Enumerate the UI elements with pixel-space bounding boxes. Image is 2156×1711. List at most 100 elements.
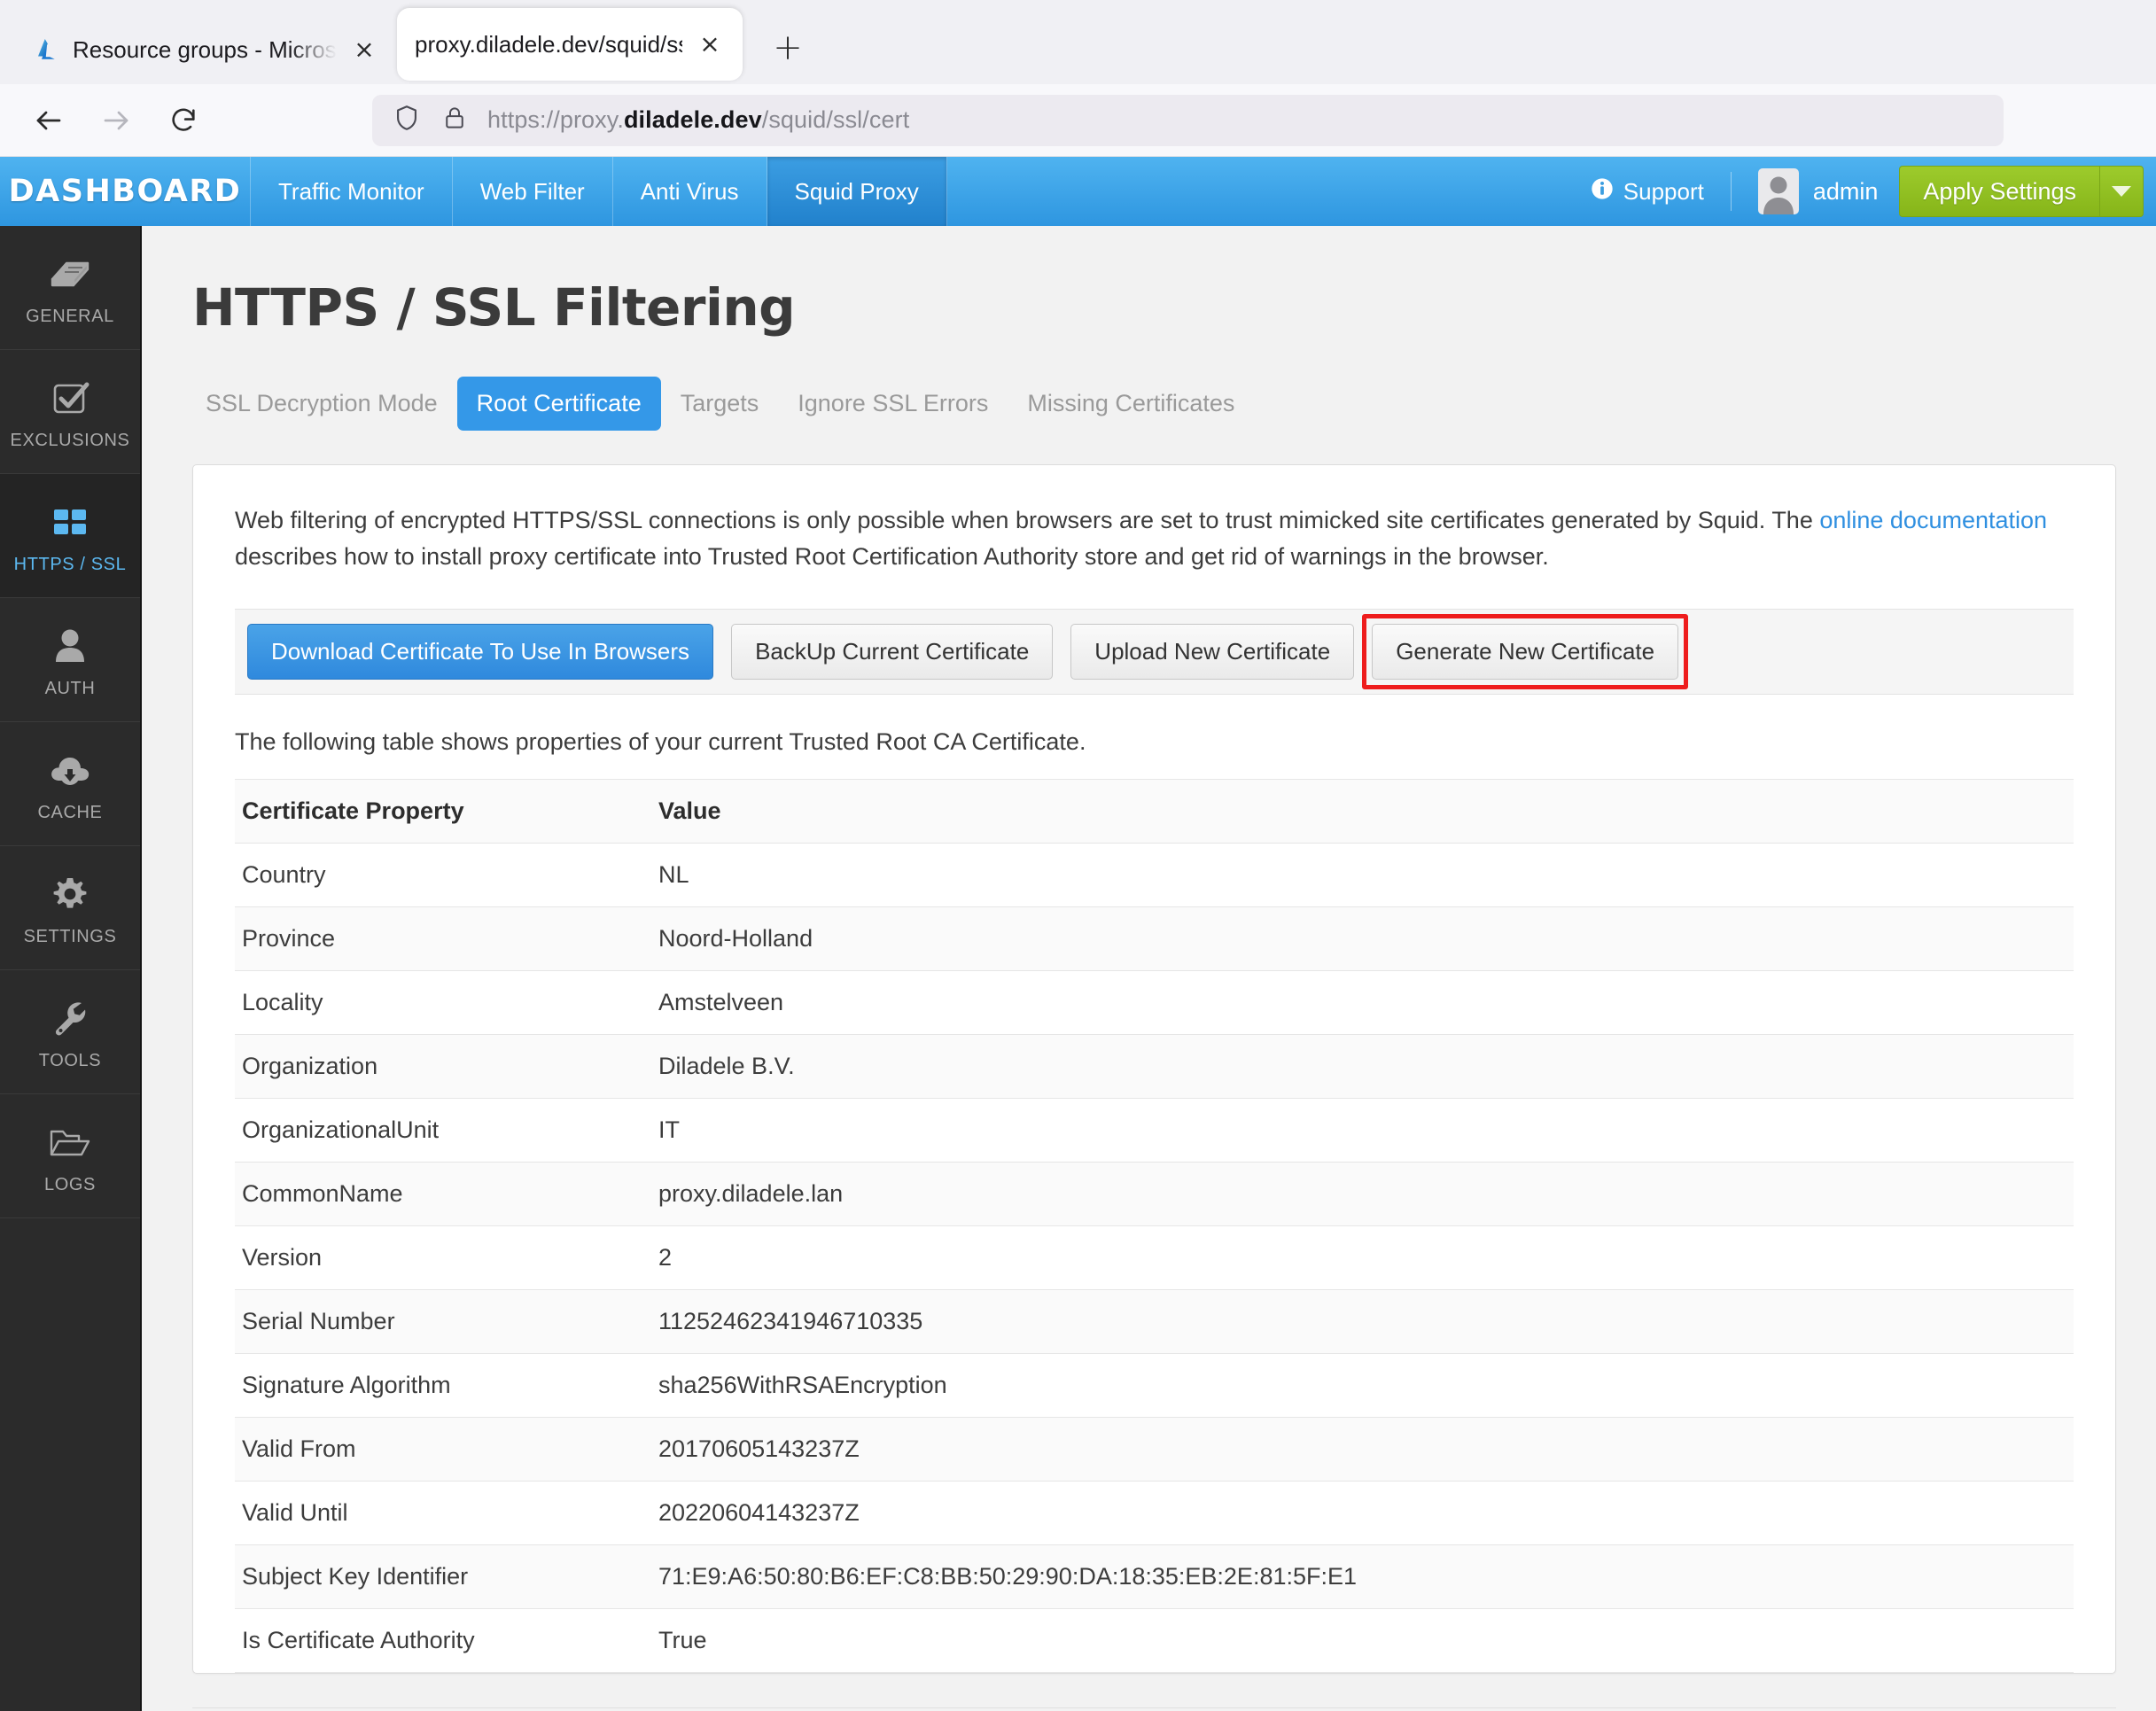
cloud-download-icon — [47, 747, 93, 793]
page-tabs: SSL Decryption Mode Root Certificate Tar… — [142, 338, 2156, 431]
web-safety-app: DASHBOARD Traffic Monitor Web Filter Ant… — [0, 157, 2156, 1711]
cell-property: Valid From — [235, 1417, 651, 1482]
cell-value: 20220604143237Z — [651, 1481, 2074, 1546]
table-row: Country NL — [235, 843, 2074, 908]
sidebar-item-cache[interactable]: CACHE — [0, 722, 140, 846]
topnav-item-anti-virus[interactable]: Anti Virus — [613, 157, 767, 226]
sidebar-item-label: LOGS — [44, 1174, 96, 1194]
sidebar-item-auth[interactable]: AUTH — [0, 598, 140, 722]
download-certificate-button[interactable]: Download Certificate To Use In Browsers — [247, 624, 714, 681]
tab-ssl-decryption-mode[interactable]: SSL Decryption Mode — [186, 377, 457, 431]
intro-paragraph: Web filtering of encrypted HTTPS/SSL con… — [235, 502, 2069, 575]
back-icon[interactable] — [19, 95, 78, 146]
upload-certificate-button[interactable]: Upload New Certificate — [1070, 624, 1355, 681]
forward-icon[interactable] — [87, 95, 145, 146]
table-header-row: Certificate Property Value — [235, 779, 2074, 844]
user-icon — [50, 623, 90, 669]
cell-property: Province — [235, 906, 651, 972]
app-footer: Web Safety for Squid Proxy, version 8.1-… — [192, 1707, 2116, 1711]
cell-property: Subject Key Identifier — [235, 1544, 651, 1610]
app-body: GENERAL EXCLUSIONS HTTPS / SSL AUTH CACH… — [0, 226, 2156, 1711]
support-label: Support — [1623, 177, 1704, 205]
chevron-down-icon — [2112, 186, 2131, 197]
sidebar-item-https-ssl[interactable]: HTTPS / SSL — [0, 474, 140, 598]
browser-tabstrip: Resource groups - Microsoft Azure × prox… — [0, 0, 2156, 84]
cell-property: Version — [235, 1225, 651, 1291]
browser-tab-title: Resource groups - Microsoft Azure — [73, 35, 337, 63]
cell-property: OrganizationalUnit — [235, 1098, 651, 1163]
tab-ignore-ssl-errors[interactable]: Ignore SSL Errors — [778, 377, 1008, 431]
tab-targets[interactable]: Targets — [661, 377, 779, 431]
lock-icon[interactable] — [441, 103, 468, 137]
table-row: Is Certificate Authority True — [235, 1608, 2074, 1674]
table-row: Valid From 20170605143237Z — [235, 1417, 2074, 1482]
table-row: Locality Amstelveen — [235, 970, 2074, 1036]
table-row: CommonName proxy.diladele.lan — [235, 1162, 2074, 1227]
topnav-right: Support admin Apply Settings — [1563, 157, 2156, 226]
generate-certificate-button[interactable]: Generate New Certificate — [1372, 624, 1679, 681]
info-icon — [1590, 176, 1615, 207]
new-tab-button[interactable]: + — [762, 22, 813, 74]
browser-tab-azure[interactable]: Resource groups - Microsoft Azure × — [16, 15, 397, 84]
wrench-icon — [49, 995, 91, 1041]
cell-value: 71:E9:A6:50:80:B6:EF:C8:BB:50:29:90:DA:1… — [651, 1544, 2074, 1610]
sidebar-item-tools[interactable]: TOOLS — [0, 970, 140, 1094]
online-documentation-link[interactable]: online documentation — [1819, 507, 2047, 533]
user-menu[interactable]: admin — [1732, 168, 1900, 214]
topnav-item-squid-proxy[interactable]: Squid Proxy — [767, 157, 947, 226]
support-link[interactable]: Support — [1563, 176, 1731, 207]
sidebar-item-general[interactable]: GENERAL — [0, 226, 140, 350]
sidebar-item-logs[interactable]: LOGS — [0, 1094, 140, 1218]
cell-value: sha256WithRSAEncryption — [651, 1353, 2074, 1419]
browser-tab-proxy[interactable]: proxy.diladele.dev/squid/ssl/cert × — [397, 8, 743, 81]
cell-property: Organization — [235, 1034, 651, 1100]
table-row: Subject Key Identifier 71:E9:A6:50:80:B6:… — [235, 1544, 2074, 1610]
app-brand[interactable]: DASHBOARD — [0, 157, 251, 226]
sidebar-item-settings[interactable]: SETTINGS — [0, 846, 140, 970]
apply-settings-group: Apply Settings — [1899, 166, 2144, 217]
certificate-action-toolbar: Download Certificate To Use In Browsers … — [235, 609, 2074, 696]
tab-root-certificate[interactable]: Root Certificate — [456, 377, 661, 431]
shield-icon[interactable] — [392, 103, 422, 137]
sidebar-item-label: EXCLUSIONS — [10, 430, 130, 450]
avatar — [1757, 168, 1799, 214]
reload-icon[interactable] — [154, 95, 213, 146]
url-text[interactable]: https://proxy.diladele.dev/squid/ssl/cer… — [487, 106, 909, 134]
close-icon[interactable]: × — [695, 32, 725, 57]
column-header-value: Value — [651, 779, 2074, 844]
table-caption: The following table shows properties of … — [235, 728, 1086, 756]
sidebar-item-label: TOOLS — [38, 1050, 102, 1070]
sidebar-item-label: GENERAL — [26, 306, 114, 326]
backup-certificate-button[interactable]: BackUp Current Certificate — [731, 624, 1054, 681]
topnav-item-web-filter[interactable]: Web Filter — [453, 157, 613, 226]
gear-icon — [49, 871, 91, 917]
cell-property: Locality — [235, 970, 651, 1036]
table-row: Serial Number 11252462341946710335 — [235, 1289, 2074, 1355]
browser-tab-title: proxy.diladele.dev/squid/ssl/cert — [415, 30, 682, 58]
sidebar-item-label: SETTINGS — [23, 926, 117, 946]
topnav-item-traffic-monitor[interactable]: Traffic Monitor — [251, 157, 453, 226]
intro-text-before: Web filtering of encrypted HTTPS/SSL con… — [235, 507, 1820, 533]
cell-value: Noord-Holland — [651, 906, 2074, 972]
table-row: Version 2 — [235, 1225, 2074, 1291]
page-title: HTTPS / SSL Filtering — [192, 277, 796, 338]
cell-property: Signature Algorithm — [235, 1353, 651, 1419]
topnav-spacer — [947, 157, 1563, 226]
book-icon — [47, 251, 93, 297]
table-row: Organization Diladele B.V. — [235, 1034, 2074, 1100]
table-row: Province Noord-Holland — [235, 906, 2074, 972]
sidebar: GENERAL EXCLUSIONS HTTPS / SSL AUTH CACH… — [0, 226, 142, 1711]
cell-value: Amstelveen — [651, 970, 2074, 1036]
apply-settings-button[interactable]: Apply Settings — [1899, 166, 2099, 217]
root-certificate-panel: Web filtering of encrypted HTTPS/SSL con… — [192, 464, 2116, 1675]
azure-icon — [34, 36, 60, 63]
check-square-icon — [48, 375, 92, 421]
close-icon[interactable]: × — [349, 37, 379, 62]
grid-icon — [49, 499, 91, 545]
url-bar[interactable]: https://proxy.diladele.dev/squid/ssl/cer… — [372, 94, 2004, 146]
apply-settings-dropdown[interactable] — [2099, 166, 2144, 217]
cell-value: NL — [651, 843, 2074, 908]
sidebar-item-label: CACHE — [37, 802, 103, 822]
tab-missing-certificates[interactable]: Missing Certificates — [1008, 377, 1254, 431]
sidebar-item-exclusions[interactable]: EXCLUSIONS — [0, 350, 140, 474]
